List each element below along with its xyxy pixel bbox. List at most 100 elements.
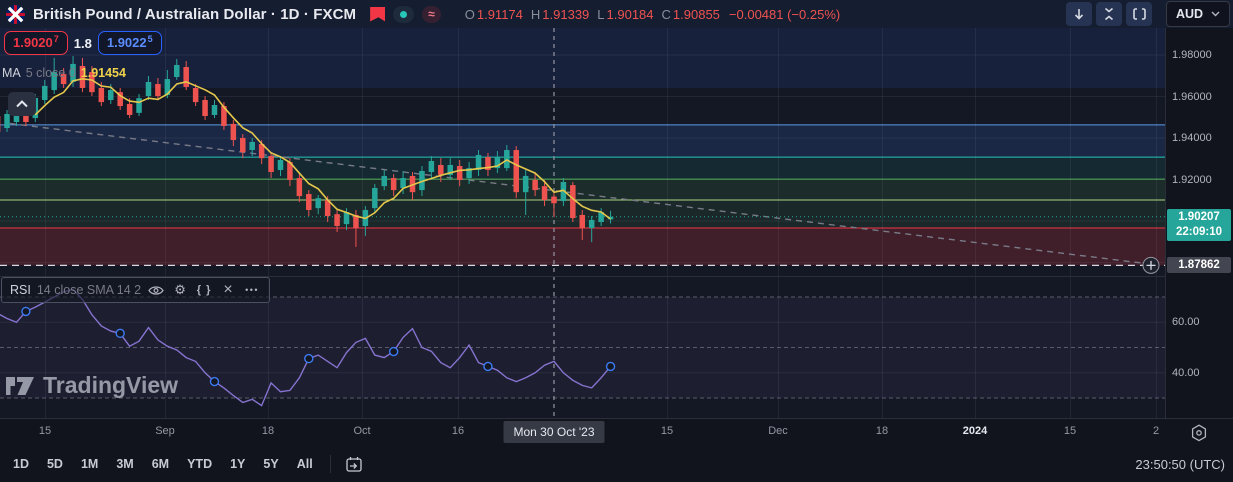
rsi-legend-params: 14 close SMA 14 2 [36, 283, 142, 297]
candle-body [249, 141, 255, 151]
axis-settings-button[interactable] [1179, 422, 1219, 444]
rsi-marker[interactable] [21, 306, 31, 317]
candle-body [155, 84, 161, 97]
scroll-down-button[interactable] [1066, 2, 1092, 26]
range-button-6m[interactable]: 6M [143, 453, 178, 475]
currency-dropdown[interactable]: AUD [1166, 1, 1230, 27]
time-axis-label: Oct [353, 425, 371, 437]
ohlc-key: O [464, 6, 475, 22]
bottom-toolbar: 1D 5D 1M 3M 6M YTD 1Y 5Y All 23:50:50 (UTC) [0, 446, 1233, 482]
time-axis-label: 18 [261, 425, 275, 437]
bid-price: 1.9020 [13, 35, 53, 50]
candle-body [126, 103, 133, 115]
candle-body [579, 214, 586, 229]
candle-body [42, 85, 48, 101]
remove-indicator-icon[interactable]: × [219, 281, 237, 299]
watermark-text: TradingView [43, 372, 179, 398]
chart-header: British Pound / Australian Dollar · 1D ·… [0, 0, 1233, 28]
price-tick-label: 1.94000 [1172, 132, 1212, 144]
delayed-data-icon[interactable]: ≈ [422, 5, 441, 23]
time-axis-label: 18 [875, 425, 889, 437]
candle-body [456, 166, 463, 180]
range-button-3m[interactable]: 3M [107, 453, 142, 475]
candle-body [541, 186, 548, 201]
range-button-1m[interactable]: 1M [72, 453, 107, 475]
symbol-title[interactable]: British Pound / Australian Dollar · 1D ·… [33, 6, 356, 23]
buy-button[interactable]: 1.9022 5 [97, 31, 162, 55]
candle-body [183, 67, 189, 87]
candle-body [570, 185, 576, 219]
rsi-marker[interactable] [483, 361, 493, 372]
candle-body [136, 98, 142, 113]
market-status-icon[interactable] [393, 5, 415, 23]
candle-body [588, 219, 595, 229]
candle-body [98, 87, 105, 103]
price-level-label: 1.87862 [1167, 257, 1231, 274]
candle-body [202, 100, 208, 117]
time-axis-label: Sep [155, 425, 175, 437]
spread-value: 1.8 [73, 35, 92, 51]
range-button-1y[interactable]: 1Y [221, 453, 254, 475]
candle-body [400, 178, 406, 189]
ma-legend-name: MA [2, 66, 21, 80]
session-clock[interactable]: 23:50:50 (UTC) [1135, 457, 1225, 472]
ma-legend-params: 5 close 0 [25, 66, 76, 80]
calendar-arrow-icon [346, 456, 362, 472]
range-button-ytd[interactable]: YTD [178, 453, 221, 475]
fullscreen-icon [1132, 8, 1146, 20]
last-price-value: 1.90207 [1178, 210, 1220, 223]
sell-button[interactable]: 1.9020 7 [4, 31, 68, 55]
visibility-eye-icon[interactable] [147, 285, 165, 296]
go-to-date-button[interactable] [339, 452, 369, 476]
time-axis-label: 15 [1063, 425, 1077, 437]
chevron-down-icon [1211, 11, 1220, 17]
rsi-legend-name: RSI [10, 283, 31, 297]
time-axis-label: 15 [660, 425, 674, 437]
bid-ask-panel: 1.9020 7 1.8 1.9022 5 [4, 31, 162, 55]
price-axis[interactable]: 1.98000 1.96000 1.94000 1.92000 60.00 40.00 … [1165, 28, 1233, 418]
range-button-5y[interactable]: 5Y [254, 453, 287, 475]
time-axis[interactable]: 15 Sep 18 Oct 16 15 Dec 18 2024 15 2 Mon 30 Oct '2… [0, 418, 1233, 448]
rsi-marker[interactable] [304, 353, 314, 364]
rsi-marker[interactable] [209, 376, 220, 387]
rsi-marker[interactable] [388, 346, 399, 357]
fullscreen-button[interactable] [1126, 2, 1152, 26]
chart-canvas[interactable] [0, 0, 1165, 418]
rsi-indicator-legend[interactable]: RSI 14 close SMA 14 2 ⚙ { } × ••• [1, 277, 271, 303]
price-tick-label: 1.96000 [1172, 90, 1212, 103]
more-options-icon[interactable]: ••• [243, 285, 261, 295]
price-tick-label: 1.92000 [1172, 173, 1212, 186]
candle-body [192, 87, 199, 103]
ma-indicator-legend[interactable]: MA 5 close 0 1.91454 [2, 66, 126, 80]
time-axis-label: 15 [38, 425, 52, 437]
candle-body [174, 64, 180, 77]
ohlc-key: C [661, 6, 671, 22]
rsi-marker[interactable] [115, 328, 125, 339]
candle-body [504, 150, 510, 169]
header-right-controls: AUD [1066, 0, 1233, 28]
time-axis-label: 2 [1152, 425, 1160, 437]
ohlc-readout: O 1.91174 H 1.91339 L 1.90184 C 1.90855 −0.00481… [457, 7, 840, 22]
toolbar-divider [329, 455, 331, 473]
ohlc-value: 1.90855 [672, 6, 720, 22]
range-button-5d[interactable]: 5D [38, 453, 72, 475]
range-button-all[interactable]: All [288, 453, 322, 475]
ohlc-key: H [530, 6, 541, 22]
level-plus-handle[interactable] [1142, 256, 1160, 274]
range-button-1d[interactable]: 1D [4, 453, 38, 475]
candle-body [211, 105, 218, 115]
hexagon-settings-icon [1191, 424, 1207, 442]
source-code-icon[interactable]: { } [195, 284, 213, 296]
collapse-pane-button[interactable] [1096, 2, 1122, 26]
candle-body [108, 90, 114, 101]
rsi-tick-label: 60.00 [1172, 316, 1200, 329]
legend-collapse-button[interactable] [8, 92, 36, 116]
rsi-marker[interactable] [605, 361, 616, 372]
last-price-label: 1.90207 22:09:10 [1167, 208, 1231, 241]
crosshair-date-label: Mon 30 Oct '23 [503, 421, 605, 443]
settings-gear-icon[interactable]: ⚙ [171, 282, 189, 298]
candle-body [4, 113, 10, 129]
candle-body [145, 81, 152, 97]
tradingview-logo-icon [6, 376, 34, 395]
candle-body [372, 188, 378, 209]
